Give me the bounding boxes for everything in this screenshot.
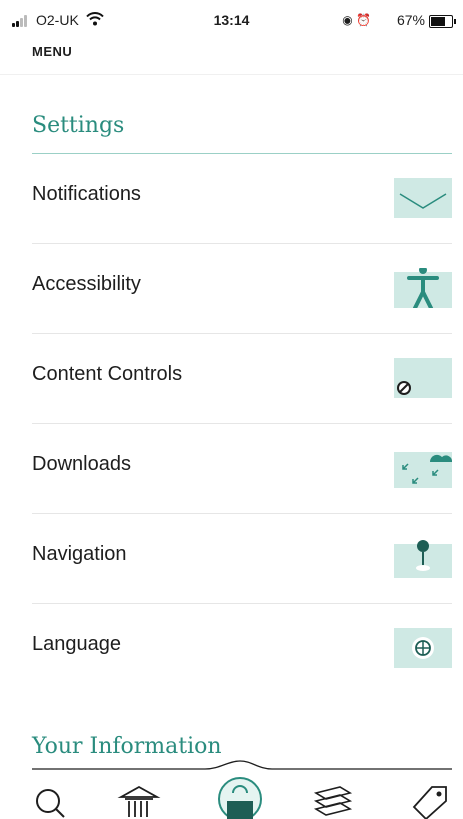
settings-item-notifications[interactable]: Notifications bbox=[32, 154, 452, 244]
your-information-title: Your Information bbox=[32, 734, 222, 759]
home-icon[interactable] bbox=[216, 775, 264, 819]
header-divider bbox=[0, 74, 463, 75]
tag-icon[interactable] bbox=[408, 783, 452, 819]
cloud-download-icon bbox=[394, 452, 452, 488]
battery-percent: 67% bbox=[396, 12, 425, 28]
settings-item-label: Notifications bbox=[32, 183, 141, 205]
clock: 13:14 bbox=[213, 12, 250, 28]
prohibited-icon bbox=[394, 358, 452, 398]
menu-label: MENU bbox=[32, 44, 73, 59]
library-icon[interactable] bbox=[117, 783, 161, 819]
settings-item-accessibility[interactable]: Accessibility bbox=[32, 244, 452, 334]
settings-title: Settings bbox=[32, 113, 125, 138]
settings-item-label: Downloads bbox=[32, 453, 131, 475]
settings-item-downloads[interactable]: Downloads bbox=[32, 424, 452, 514]
rotation-lock-icon: ◉ ⏰ bbox=[342, 13, 371, 27]
settings-item-label: Accessibility bbox=[32, 273, 141, 295]
search-icon[interactable] bbox=[30, 783, 74, 819]
settings-item-label: Content Controls bbox=[32, 363, 183, 385]
books-icon[interactable] bbox=[310, 783, 354, 819]
settings-item-content-controls[interactable]: Content Controls bbox=[32, 334, 452, 424]
settings-item-label: Language bbox=[32, 633, 121, 655]
globe-icon bbox=[394, 628, 452, 668]
tab-bar bbox=[0, 759, 463, 819]
settings-item-navigation[interactable]: Navigation bbox=[32, 514, 452, 604]
accessibility-icon bbox=[394, 268, 452, 308]
map-pin-icon bbox=[394, 540, 452, 578]
settings-item-language[interactable]: Language bbox=[32, 604, 452, 694]
envelope-icon bbox=[394, 178, 452, 218]
status-bar: O2-UK 13:14 ◉ ⏰ 67% bbox=[0, 0, 463, 40]
settings-item-label: Navigation bbox=[32, 543, 127, 565]
battery-icon bbox=[429, 15, 456, 28]
